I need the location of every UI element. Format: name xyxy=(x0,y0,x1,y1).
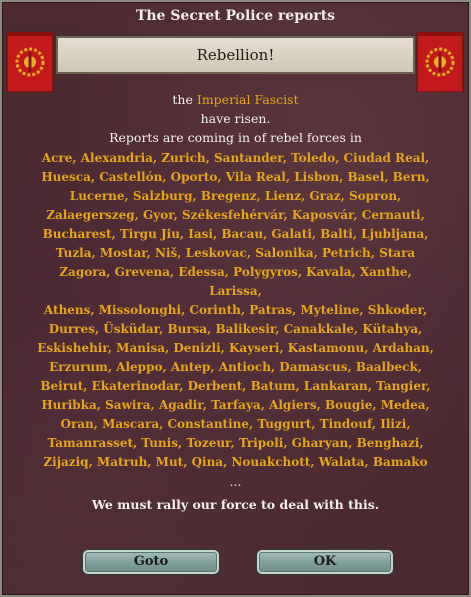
city-line: Huesca, Castellón, Oporto, Vila Real, Li… xyxy=(41,170,430,184)
city-line: Beirut, Ekaterinodar, Derbent, Batum, La… xyxy=(40,379,431,393)
city-line: Athens, Missolonghi, Corinth, Patras, My… xyxy=(43,303,428,317)
city-line: Durres, Üsküdar, Bursa, Balikesir, Canak… xyxy=(48,322,423,336)
event-dialog: The Secret Police reports Rebellion! the… xyxy=(0,0,471,597)
city-line: Eskishehir, Manisa, Denizli, Kayseri, Ka… xyxy=(37,341,434,355)
city-list: Acre, Alexandria, Zurich, Santander, Tol… xyxy=(32,149,439,472)
city-line: Zagora, Grevena, Edessa, Polygyros, Kava… xyxy=(59,265,412,298)
city-line: Erzurum, Aleppo, Antep, Antioch, Damascu… xyxy=(49,360,422,374)
intro-line: the Imperial Fascist xyxy=(32,90,439,109)
dialog-title: The Secret Police reports xyxy=(135,8,336,24)
city-line: Huribka, Sawira, Agadir, Tarfaya, Algier… xyxy=(41,398,430,412)
reports-text: Reports are coming in of rebel forces in xyxy=(109,130,362,145)
event-body: the Imperial Fascist have risen. Reports… xyxy=(32,90,439,514)
city-line: Lucerne, Salzburg, Bregenz, Lienz, Graz,… xyxy=(69,189,402,203)
ok-button[interactable]: OK xyxy=(256,549,394,575)
city-line: Zalaegerszeg, Gyor, Székesfehérvár, Kapo… xyxy=(46,208,425,222)
city-line: Oran, Mascara, Constantine, Tuggurt, Tin… xyxy=(60,417,411,431)
have-risen-text: have risen. xyxy=(200,111,271,126)
ellipsis: ... xyxy=(229,474,242,489)
event-heading: Rebellion! xyxy=(56,36,415,74)
closing-text: We must rally our force to deal with thi… xyxy=(91,497,380,512)
goto-button[interactable]: Goto xyxy=(82,549,220,575)
city-line: Tamanrasset, Tunis, Tozeur, Tripoli, Gha… xyxy=(47,436,424,450)
city-line: Zijaziq, Matruh, Mut, Qina, Nouakchott, … xyxy=(43,455,428,469)
city-line: Bucharest, Tirgu Jiu, Iasi, Bacau, Galat… xyxy=(42,227,429,241)
city-line: Acre, Alexandria, Zurich, Santander, Tol… xyxy=(41,151,430,165)
fascist-flag-icon xyxy=(416,32,464,92)
intro-the: the xyxy=(172,92,193,107)
fascist-flag-icon xyxy=(6,32,54,92)
faction-name: Imperial Fascist xyxy=(196,92,299,107)
city-line: Tuzla, Mostar, Niš, Leskovac, Salonika, … xyxy=(55,246,416,260)
